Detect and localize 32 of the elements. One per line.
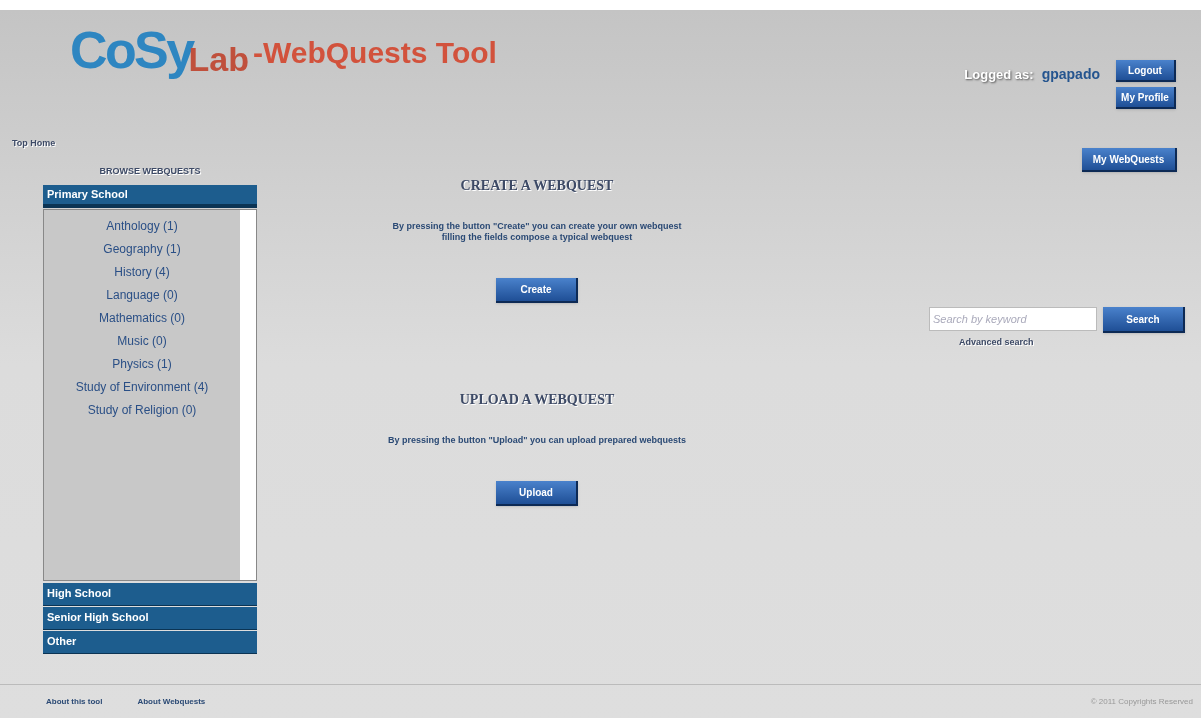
section-heading: CREATE A WEBQUEST xyxy=(460,177,614,195)
category-link[interactable]: Study of Environment (4) xyxy=(75,376,209,397)
category-link[interactable]: Physics (1) xyxy=(112,353,172,374)
footer-link[interactable]: About Webquests xyxy=(137,695,206,708)
category-link[interactable]: Language (0) xyxy=(106,284,178,305)
category-link[interactable]: Geography (1) xyxy=(103,238,181,259)
search-button[interactable]: Search xyxy=(1103,307,1185,333)
category-header[interactable]: Primary School xyxy=(43,184,257,208)
action-button[interactable]: Create xyxy=(496,278,578,303)
footer-link[interactable]: About this tool xyxy=(46,695,103,708)
sidebar-heading: BROWSE WEBQUESTS xyxy=(99,165,201,178)
category-link[interactable]: Mathematics (0) xyxy=(99,307,185,328)
category-header[interactable]: High School xyxy=(43,582,257,606)
category-link[interactable]: Music (0) xyxy=(117,330,167,351)
search-field[interactable]: Search by keyword xyxy=(929,307,1097,331)
category-link[interactable]: Anthology (1) xyxy=(106,215,178,236)
advanced-search-link[interactable]: Advanced search xyxy=(959,336,1034,350)
header-button[interactable]: My Profile xyxy=(1116,87,1176,109)
header-button[interactable]: Logout xyxy=(1116,60,1176,82)
action-button[interactable]: Upload xyxy=(496,481,578,506)
logged-label: Logged as: xyxy=(964,65,1034,84)
category-link[interactable]: History (4) xyxy=(114,261,170,282)
category-header[interactable]: Senior High School xyxy=(43,606,257,630)
breadcrumb-link[interactable]: Top Home xyxy=(12,137,56,151)
username: gpapado xyxy=(1041,65,1100,84)
my-webquests-button[interactable]: My WebQuests xyxy=(1082,148,1177,172)
section-heading: UPLOAD A WEBQUEST xyxy=(459,391,615,409)
section-description: By pressing the button "Upload" you can upload prepared webquests xyxy=(387,435,687,446)
category-header[interactable]: Other xyxy=(43,630,257,654)
category-link[interactable]: Study of Religion (0) xyxy=(87,399,197,420)
section-description: By pressing the button "Create" you can create your own webquest filling the fields compose a typical webquest xyxy=(391,221,683,243)
app-title: -WebQuests Tool xyxy=(253,34,497,71)
